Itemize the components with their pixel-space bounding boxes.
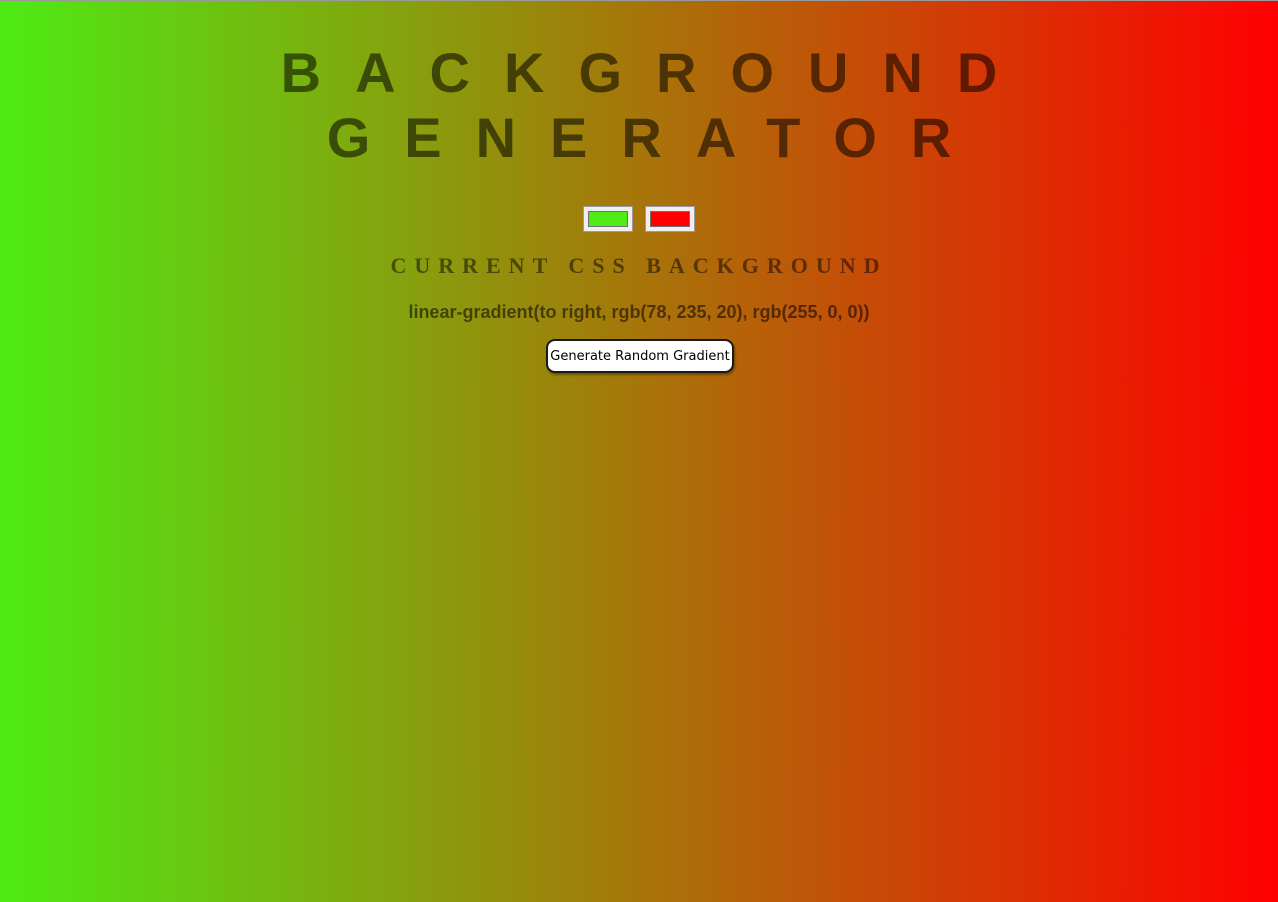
color-picker-1[interactable] (583, 206, 633, 232)
title-line-1: BACKGROUND (280, 41, 1032, 104)
gradient-page: { "title": { "line1": "BACKGROUND", "lin… (0, 0, 1278, 902)
css-background-value: linear-gradient(to right, rgb(78, 235, 2… (408, 302, 870, 322)
color-swatch-2 (650, 211, 690, 227)
page-title: BACKGROUND GENERATOR (0, 40, 1278, 170)
color-picker-2[interactable] (645, 206, 695, 232)
generate-random-gradient-button[interactable]: Generate Random Gradient (546, 339, 734, 373)
top-border (0, 0, 1278, 1)
color-swatch-1 (588, 211, 628, 227)
current-css-heading: CURRENT CSS BACKGROUND (390, 253, 888, 278)
color-pickers (0, 206, 1278, 232)
title-line-2: GENERATOR (326, 106, 986, 169)
